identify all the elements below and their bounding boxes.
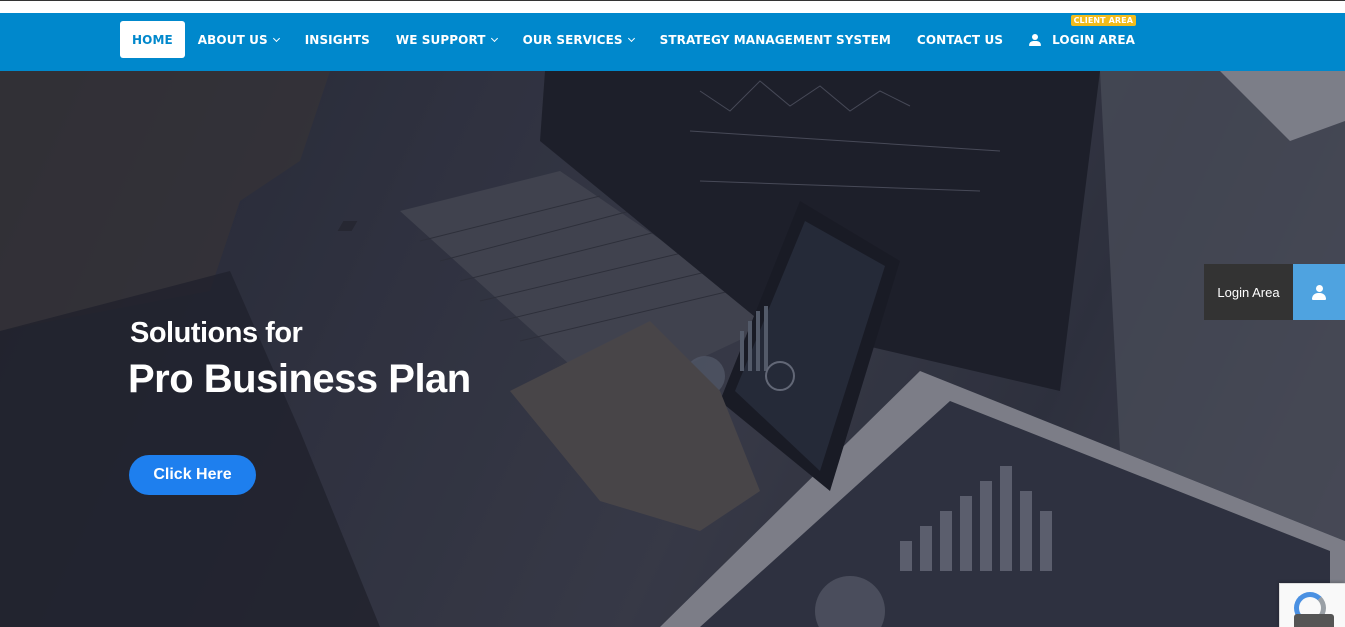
nav-item-label: ABOUT US	[197, 32, 268, 47]
side-login-tab[interactable]: Login Area	[1204, 264, 1345, 320]
chevron-down-icon	[490, 34, 498, 42]
click-here-button[interactable]: Click Here	[129, 455, 256, 495]
nav-item-label: HOME	[132, 32, 173, 47]
nav-item-we-support[interactable]: WE SUPPORT	[383, 21, 510, 58]
recaptcha-strip	[1294, 614, 1334, 627]
nav-item-label: WE SUPPORT	[395, 32, 486, 47]
recaptcha-badge[interactable]	[1279, 583, 1345, 627]
nav-item-label: LOGIN AREA	[1052, 32, 1136, 47]
client-area-badge: CLIENT AREA	[1070, 15, 1137, 26]
nav-item-label: STRATEGY MANAGEMENT SYSTEM	[659, 32, 891, 47]
hero-title: Pro Business Plan	[128, 357, 471, 401]
hero-subtitle: Solutions for	[130, 317, 303, 349]
nav-item-insights[interactable]: INSIGHTS	[292, 21, 383, 58]
nav-item-our-services[interactable]: OUR SERVICES	[510, 21, 647, 58]
nav-item-label: OUR SERVICES	[522, 32, 623, 47]
chevron-down-icon	[627, 34, 635, 42]
nav-item-label: INSIGHTS	[304, 32, 370, 47]
user-icon	[1029, 33, 1042, 46]
nav-item-login-area[interactable]: LOGIN AREA CLIENT AREA	[1016, 15, 1148, 58]
nav-list: HOME ABOUT US INSIGHTS WE SUPPORT OUR SE…	[120, 15, 1148, 58]
nav-item-about-us[interactable]: ABOUT US	[185, 21, 292, 58]
chevron-down-icon	[272, 34, 280, 42]
user-icon	[1312, 284, 1326, 300]
side-login-label: Login Area	[1204, 264, 1293, 320]
nav-item-contact-us[interactable]: CONTACT US	[904, 21, 1016, 58]
top-strip	[0, 0, 1345, 13]
side-login-icon-box[interactable]	[1293, 264, 1345, 320]
nav-item-strategy-management-system[interactable]: STRATEGY MANAGEMENT SYSTEM	[647, 21, 904, 58]
nav-item-label: CONTACT US	[916, 32, 1004, 47]
nav-item-home[interactable]: HOME	[120, 21, 185, 58]
main-navbar: HOME ABOUT US INSIGHTS WE SUPPORT OUR SE…	[0, 13, 1345, 71]
hero-banner: Solutions for Pro Business Plan Click He…	[0, 71, 1345, 627]
